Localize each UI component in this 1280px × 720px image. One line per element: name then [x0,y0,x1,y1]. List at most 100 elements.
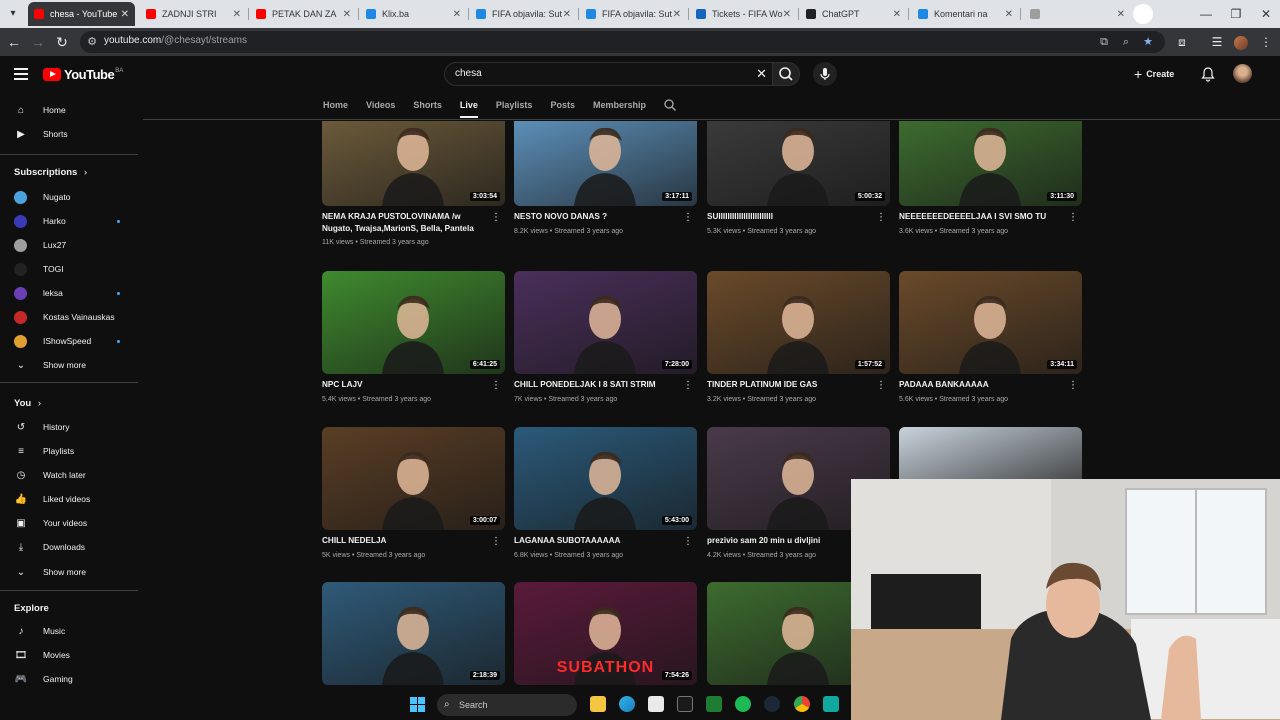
tab-close-icon[interactable]: ✕ [783,9,791,20]
sidebar-item-history[interactable]: ↺ History [0,416,138,438]
browser-tab[interactable]: Tickets - FIFA Wo ✕ [690,2,797,26]
video-thumbnail[interactable]: 3:03:54 [322,121,505,206]
steam-icon[interactable] [764,696,780,712]
video-title[interactable]: NEEEEEEEDEEEELJAA I SVI SMO TU [899,211,1069,223]
video-more-actions-icon[interactable]: ⋮ [683,536,693,547]
sidebar-item-your-videos[interactable]: ▣ Your videos [0,512,138,534]
browser-tab[interactable]: chesa - YouTube ✕ [28,2,135,26]
video-thumbnail[interactable]: SUBATHON 7:54:26 [514,582,697,685]
video-thumbnail[interactable]: 2:18:39 [322,582,505,685]
sidebar-item-home[interactable]: ⌂ Home [0,99,138,121]
video-title[interactable]: LAGANAA SUBOTAAAAAA [514,535,684,547]
tab-close-icon[interactable]: ✕ [1117,9,1125,20]
video-title[interactable]: NEMA KRAJA PUSTOLOVINAMA /w Nugato, Twaj… [322,211,492,235]
video-title[interactable]: TINDER PLATINUM IDE GAS [707,379,877,391]
sidebar-item-downloads[interactable]: ⤓ Downloads [0,536,138,558]
search-button[interactable] [772,62,800,86]
menu-icon[interactable] [14,68,28,80]
browser-tab[interactable]: Klix.ba ✕ [360,2,467,26]
sidebar-item-liked-videos[interactable]: 👍 Liked videos [0,488,138,510]
subscription-item[interactable]: TOGI [0,258,138,280]
tab-close-icon[interactable]: ✕ [1005,9,1013,20]
subscription-item[interactable]: leksa [0,282,138,304]
video-thumbnail[interactable] [899,427,1082,479]
video-title[interactable]: NPC LAJV [322,379,492,391]
browser-tab[interactable]: PETAK DAN ZA ✕ [250,2,357,26]
minimize-icon[interactable]: — [1196,4,1216,24]
video-title[interactable]: PADAAA BANKAAAAA [899,379,1069,391]
create-button[interactable]: + Create [1134,64,1174,84]
video-more-actions-icon[interactable]: ⋮ [491,536,501,547]
browser-tab[interactable]: ChatGPT ✕ [800,2,907,26]
tab-close-icon[interactable]: ✕ [233,9,241,20]
sidebar-item-watch-later[interactable]: ◷ Watch later [0,464,138,486]
explore-heading[interactable]: Explore [14,603,49,614]
tab-playlists[interactable]: Playlists [496,98,533,118]
sidebar-item-playlists[interactable]: ≡ Playlists [0,440,138,462]
video-more-actions-icon[interactable]: ⋮ [876,380,886,391]
video-thumbnail[interactable]: 7:28:00 [514,271,697,374]
forward-icon[interactable]: → [28,32,48,52]
reading-list-icon[interactable]: ☰ [1207,32,1227,52]
you-heading[interactable]: You › [14,398,41,409]
video-more-actions-icon[interactable]: ⋮ [683,380,693,391]
video-thumbnail[interactable]: 3:00:07 [322,427,505,530]
address-bar[interactable]: ⚙ youtube.com/@chesayt/streams ⧉ ⌕ ★ [80,31,1165,53]
chrome-menu-icon[interactable]: ⋮ [1256,32,1276,52]
tab-membership[interactable]: Membership [593,98,646,118]
voice-search-button[interactable] [813,62,837,86]
chrome-taskbar-icon[interactable] [794,696,810,712]
tab-close-icon[interactable]: ✕ [563,9,571,20]
tab-search-menu-icon[interactable]: ▾ [4,5,22,23]
tab-close-icon[interactable]: ✕ [893,9,901,20]
edge-icon[interactable] [619,696,635,712]
back-icon[interactable]: ← [4,32,24,52]
window-close-icon[interactable]: ✕ [1256,4,1276,24]
sidebar-item-movies[interactable]: 🎞 Movies [0,644,138,666]
browser-tab[interactable]: FIFA objavila: Sut ✕ [470,2,577,26]
subscription-item[interactable]: Nugato [0,186,138,208]
subscription-item[interactable]: Kostas Vainauskas [0,306,138,328]
account-avatar[interactable] [1233,64,1252,83]
tab-home[interactable]: Home [323,98,348,118]
tab-posts[interactable]: Posts [550,98,575,118]
browser-tab[interactable]: FIFA objavila: Sut ✕ [580,2,687,26]
subscriptions-show-more[interactable]: ⌄ Show more [0,354,138,376]
sidebar-item-music[interactable]: ♪ Music [0,620,138,642]
bookmark-star-icon[interactable]: ★ [1140,34,1156,50]
browser-tab[interactable]: Komentari na ✕ [912,2,1019,26]
video-more-actions-icon[interactable]: ⋮ [1068,380,1078,391]
browser-tab[interactable]: ✕ [1024,2,1131,26]
video-title[interactable]: NESTO NOVO DANAS ? [514,211,684,223]
video-more-actions-icon[interactable]: ⋮ [491,212,501,223]
tab-close-icon[interactable]: ✕ [453,9,461,20]
youtube-logo[interactable]: YouTube BA [43,67,123,82]
windows-start-icon[interactable] [410,697,425,712]
tab-close-icon[interactable]: ✕ [673,9,681,20]
clear-search-icon[interactable]: ✕ [756,66,767,82]
tab-close-icon[interactable]: ✕ [343,9,351,20]
app-icon[interactable] [677,696,693,712]
subscription-item[interactable]: Harko [0,210,138,232]
install-app-icon[interactable]: ⧉ [1096,34,1112,50]
video-more-actions-icon[interactable]: ⋮ [876,212,886,223]
you-show-more[interactable]: ⌄ Show more [0,561,138,583]
chrome-profile-icon[interactable] [1234,36,1248,50]
store-icon[interactable] [648,696,664,712]
app-taskbar-icon[interactable] [823,696,839,712]
browser-profile-avatar[interactable] [1133,4,1153,24]
spotify-icon[interactable] [735,696,751,712]
video-thumbnail[interactable]: 5:43:00 [514,427,697,530]
subscriptions-heading[interactable]: Subscriptions › [14,167,87,178]
tab-shorts[interactable]: Shorts [413,98,442,118]
reload-icon[interactable]: ↻ [52,32,72,52]
file-explorer-icon[interactable] [590,696,606,712]
video-more-actions-icon[interactable]: ⋮ [1068,212,1078,223]
tab-close-icon[interactable]: ✕ [121,9,129,20]
taskbar-search[interactable]: ⌕ Search [437,694,577,716]
sidebar-item-shorts[interactable]: ▶ Shorts [0,123,138,145]
video-more-actions-icon[interactable]: ⋮ [683,212,693,223]
tab-videos[interactable]: Videos [366,98,395,118]
site-info-icon[interactable]: ⚙ [84,34,100,50]
video-thumbnail[interactable]: 3:17:11 [514,121,697,206]
